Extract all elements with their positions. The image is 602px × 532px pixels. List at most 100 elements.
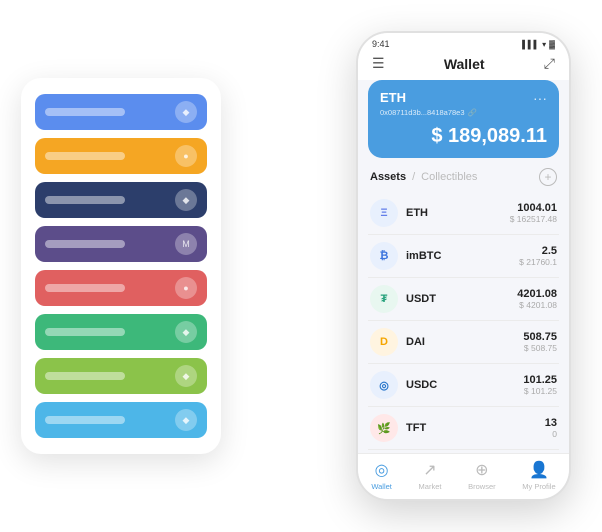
asset-values-imbtc: 2.5 $ 21760.1: [519, 245, 557, 267]
asset-values-eth: 1004.01 $ 162517.48: [510, 202, 557, 224]
eth-card-amount: $ 189,089.11: [380, 125, 547, 148]
phone-content: ETH ··· 0x08711d3b...8418a78e3 🔗 $ 189,0…: [358, 80, 569, 453]
asset-amount-usdc: 101.25: [523, 374, 557, 386]
expand-icon[interactable]: ⤢: [544, 55, 555, 72]
tab-collectibles[interactable]: Collectibles: [421, 171, 477, 183]
nav-item-market[interactable]: ↗ Market: [419, 460, 442, 491]
nav-item-my-profile[interactable]: 👤 My Profile: [522, 460, 555, 491]
scene: ◆ ● ◆ M ● ◆ ◆ ◆ 9:41 ▌▌▌: [11, 11, 591, 521]
asset-values-dai: 508.75 $ 508.75: [523, 331, 557, 353]
asset-usd-dai: $ 508.75: [523, 343, 557, 353]
eth-card-more-btn[interactable]: ···: [533, 90, 547, 106]
asset-icon-tft: 🌿: [370, 414, 398, 442]
asset-icon-eth: Ξ: [370, 199, 398, 227]
asset-amount-eth: 1004.01: [510, 202, 557, 214]
asset-values-usdc: 101.25 $ 101.25: [523, 374, 557, 396]
phone-header: ☰ Wallet ⤢: [358, 51, 569, 80]
card-icon-5: ◆: [175, 321, 197, 343]
asset-name-usdc: USDC: [406, 379, 523, 391]
eth-card-address: 0x08711d3b...8418a78e3 🔗: [380, 108, 547, 117]
left-card-3[interactable]: M: [35, 226, 207, 262]
card-icon-3: M: [175, 233, 197, 255]
menu-icon[interactable]: ☰: [372, 55, 385, 72]
nav-icon-market: ↗: [423, 460, 436, 480]
tab-separator: /: [412, 171, 415, 183]
left-card-6[interactable]: ◆: [35, 358, 207, 394]
left-card-1[interactable]: ●: [35, 138, 207, 174]
nav-icon-my-profile: 👤: [529, 460, 549, 480]
card-label-5: [45, 328, 125, 336]
card-icon-0: ◆: [175, 101, 197, 123]
asset-usd-eth: $ 162517.48: [510, 214, 557, 224]
asset-values-usdt: 4201.08 $ 4201.08: [517, 288, 557, 310]
asset-usd-usdt: $ 4201.08: [517, 300, 557, 310]
asset-amount-usdt: 4201.08: [517, 288, 557, 300]
add-asset-button[interactable]: +: [539, 168, 557, 186]
asset-name-col-eth: ETH: [406, 207, 510, 219]
card-label-4: [45, 284, 125, 292]
signal-icon: ▌▌▌: [522, 40, 539, 49]
card-label-0: [45, 108, 125, 116]
card-icon-1: ●: [175, 145, 197, 167]
asset-item-dai[interactable]: D DAI 508.75 $ 508.75: [368, 321, 559, 364]
asset-amount-tft: 13: [545, 417, 557, 429]
bottom-nav: ◎ Wallet ↗ Market ⊕ Browser 👤 My Profile: [358, 453, 569, 499]
asset-name-col-imbtc: imBTC: [406, 250, 519, 262]
asset-usd-tft: 0: [545, 429, 557, 439]
asset-name-col-dai: DAI: [406, 336, 523, 348]
left-card-7[interactable]: ◆: [35, 402, 207, 438]
phone-frame: 9:41 ▌▌▌ ▾ ▓ ☰ Wallet ⤢ ETH ··· 0x08711d…: [356, 31, 571, 501]
nav-label-market: Market: [419, 482, 442, 491]
asset-icon-imbtc: ₿: [370, 242, 398, 270]
asset-usd-imbtc: $ 21760.1: [519, 257, 557, 267]
asset-icon-usdc: ◎: [370, 371, 398, 399]
left-card-0[interactable]: ◆: [35, 94, 207, 130]
nav-item-wallet[interactable]: ◎ Wallet: [371, 460, 392, 491]
asset-amount-dai: 508.75: [523, 331, 557, 343]
card-label-1: [45, 152, 125, 160]
card-icon-6: ◆: [175, 365, 197, 387]
card-label-7: [45, 416, 125, 424]
asset-name-col-usdc: USDC: [406, 379, 523, 391]
assets-tabs: Assets / Collectibles: [370, 171, 477, 183]
wifi-icon: ▾: [542, 40, 546, 49]
asset-icon-dai: D: [370, 328, 398, 356]
asset-amount-imbtc: 2.5: [519, 245, 557, 257]
tab-assets[interactable]: Assets: [370, 171, 406, 183]
status-time: 9:41: [372, 39, 390, 49]
nav-item-browser[interactable]: ⊕ Browser: [468, 460, 496, 491]
asset-name-usdt: USDT: [406, 293, 517, 305]
asset-usd-usdc: $ 101.25: [523, 386, 557, 396]
status-icons: ▌▌▌ ▾ ▓: [522, 40, 555, 49]
asset-item-usdc[interactable]: ◎ USDC 101.25 $ 101.25: [368, 364, 559, 407]
card-label-2: [45, 196, 125, 204]
card-icon-7: ◆: [175, 409, 197, 431]
eth-wallet-card[interactable]: ETH ··· 0x08711d3b...8418a78e3 🔗 $ 189,0…: [368, 80, 559, 158]
asset-item-imbtc[interactable]: ₿ imBTC 2.5 $ 21760.1: [368, 235, 559, 278]
assets-header: Assets / Collectibles +: [358, 168, 569, 192]
card-icon-2: ◆: [175, 189, 197, 211]
left-card-2[interactable]: ◆: [35, 182, 207, 218]
asset-name-eth: ETH: [406, 207, 510, 219]
asset-icon-usdt: ₮: [370, 285, 398, 313]
nav-icon-browser: ⊕: [475, 460, 488, 480]
card-label-6: [45, 372, 125, 380]
asset-name-imbtc: imBTC: [406, 250, 519, 262]
asset-name-dai: DAI: [406, 336, 523, 348]
asset-values-tft: 13 0: [545, 417, 557, 439]
eth-card-title: ETH: [380, 90, 406, 105]
asset-name-tft: TFT: [406, 422, 545, 434]
left-card-5[interactable]: ◆: [35, 314, 207, 350]
nav-icon-wallet: ◎: [375, 460, 389, 480]
card-icon-4: ●: [175, 277, 197, 299]
nav-label-my-profile: My Profile: [522, 482, 555, 491]
nav-label-browser: Browser: [468, 482, 496, 491]
left-wallet-panel: ◆ ● ◆ M ● ◆ ◆ ◆: [21, 78, 221, 454]
asset-item-eth[interactable]: Ξ ETH 1004.01 $ 162517.48: [368, 192, 559, 235]
card-label-3: [45, 240, 125, 248]
battery-icon: ▓: [549, 40, 555, 49]
asset-item-usdt[interactable]: ₮ USDT 4201.08 $ 4201.08: [368, 278, 559, 321]
left-card-4[interactable]: ●: [35, 270, 207, 306]
asset-item-tft[interactable]: 🌿 TFT 13 0: [368, 407, 559, 450]
eth-card-header: ETH ···: [380, 90, 547, 106]
